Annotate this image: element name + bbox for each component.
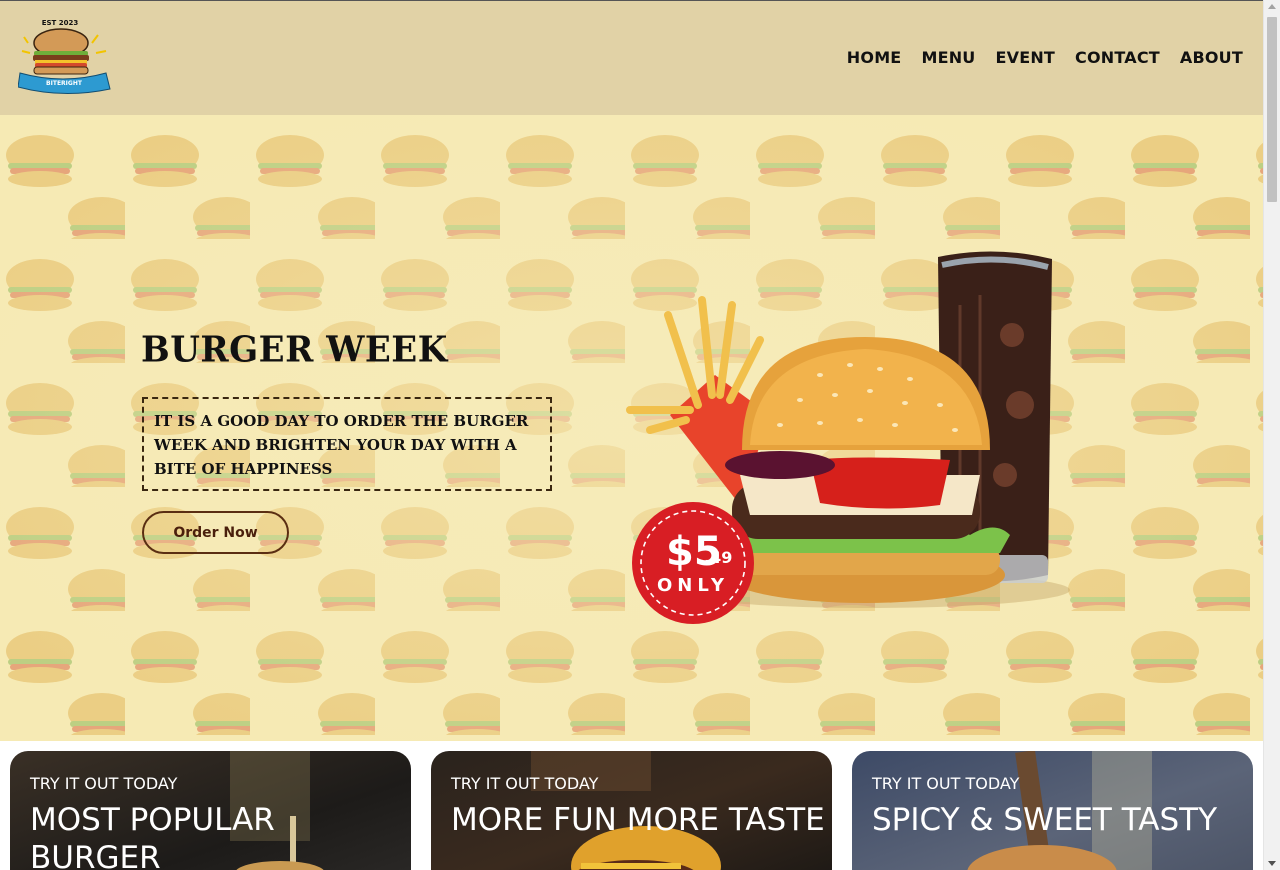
card-kicker: TRY IT OUT TODAY bbox=[30, 774, 178, 793]
hero-title: BURGER WEEK bbox=[141, 329, 448, 371]
site-logo[interactable]: EST 2023 BITERIGHT bbox=[17, 15, 112, 99]
nav-menu[interactable]: MENU bbox=[921, 48, 975, 67]
main-nav: HOME MENU EVENT CONTACT ABOUT bbox=[847, 48, 1243, 67]
hero-tagline-box: IT IS A GOOD DAY TO ORDER THE BURGER WEE… bbox=[142, 397, 552, 491]
promo-card[interactable]: TRY IT OUT TODAY SPICY & SWEET TASTY bbox=[852, 751, 1253, 870]
promo-card[interactable]: TRY IT OUT TODAY MORE FUN MORE TASTE bbox=[431, 751, 832, 870]
site-header: EST 2023 BITERIGHT HOME MENU EVENT CONTA… bbox=[0, 0, 1263, 115]
order-now-button[interactable]: Order Now bbox=[142, 511, 289, 554]
promo-cards: TRY IT OUT TODAY MOST POPULAR BURGER TRY… bbox=[0, 741, 1263, 870]
nav-event[interactable]: EVENT bbox=[996, 48, 1056, 67]
price-badge: $5 .49 ONLY bbox=[632, 502, 754, 624]
page-scrollbar[interactable] bbox=[1263, 0, 1280, 870]
hero-section: BURGER WEEK IT IS A GOOD DAY TO ORDER TH… bbox=[0, 115, 1263, 741]
burger-combo-image: $5 .49 ONLY bbox=[626, 251, 1070, 624]
nav-about[interactable]: ABOUT bbox=[1180, 48, 1243, 67]
card-title: MOST POPULAR BURGER bbox=[30, 802, 275, 870]
card-title: MORE FUN MORE TASTE bbox=[451, 802, 825, 838]
scroll-thumb[interactable] bbox=[1267, 17, 1277, 202]
price-cents: .49 bbox=[704, 548, 732, 567]
nav-contact[interactable]: CONTACT bbox=[1075, 48, 1160, 67]
price-only: ONLY bbox=[657, 575, 729, 596]
nav-home[interactable]: HOME bbox=[847, 48, 902, 67]
card-kicker: TRY IT OUT TODAY bbox=[451, 774, 599, 793]
scroll-down-arrow-icon[interactable] bbox=[1268, 861, 1276, 866]
card-kicker: TRY IT OUT TODAY bbox=[872, 774, 1020, 793]
hero-tagline: IT IS A GOOD DAY TO ORDER THE BURGER WEE… bbox=[154, 412, 529, 478]
page: EST 2023 BITERIGHT HOME MENU EVENT CONTA… bbox=[0, 0, 1263, 870]
scroll-up-arrow-icon[interactable] bbox=[1268, 4, 1276, 9]
promo-card[interactable]: TRY IT OUT TODAY MOST POPULAR BURGER bbox=[10, 751, 411, 870]
logo-est-text: EST 2023 bbox=[42, 19, 79, 27]
logo-brand-text: BITERIGHT bbox=[46, 80, 83, 87]
card-title: SPICY & SWEET TASTY bbox=[872, 802, 1218, 838]
